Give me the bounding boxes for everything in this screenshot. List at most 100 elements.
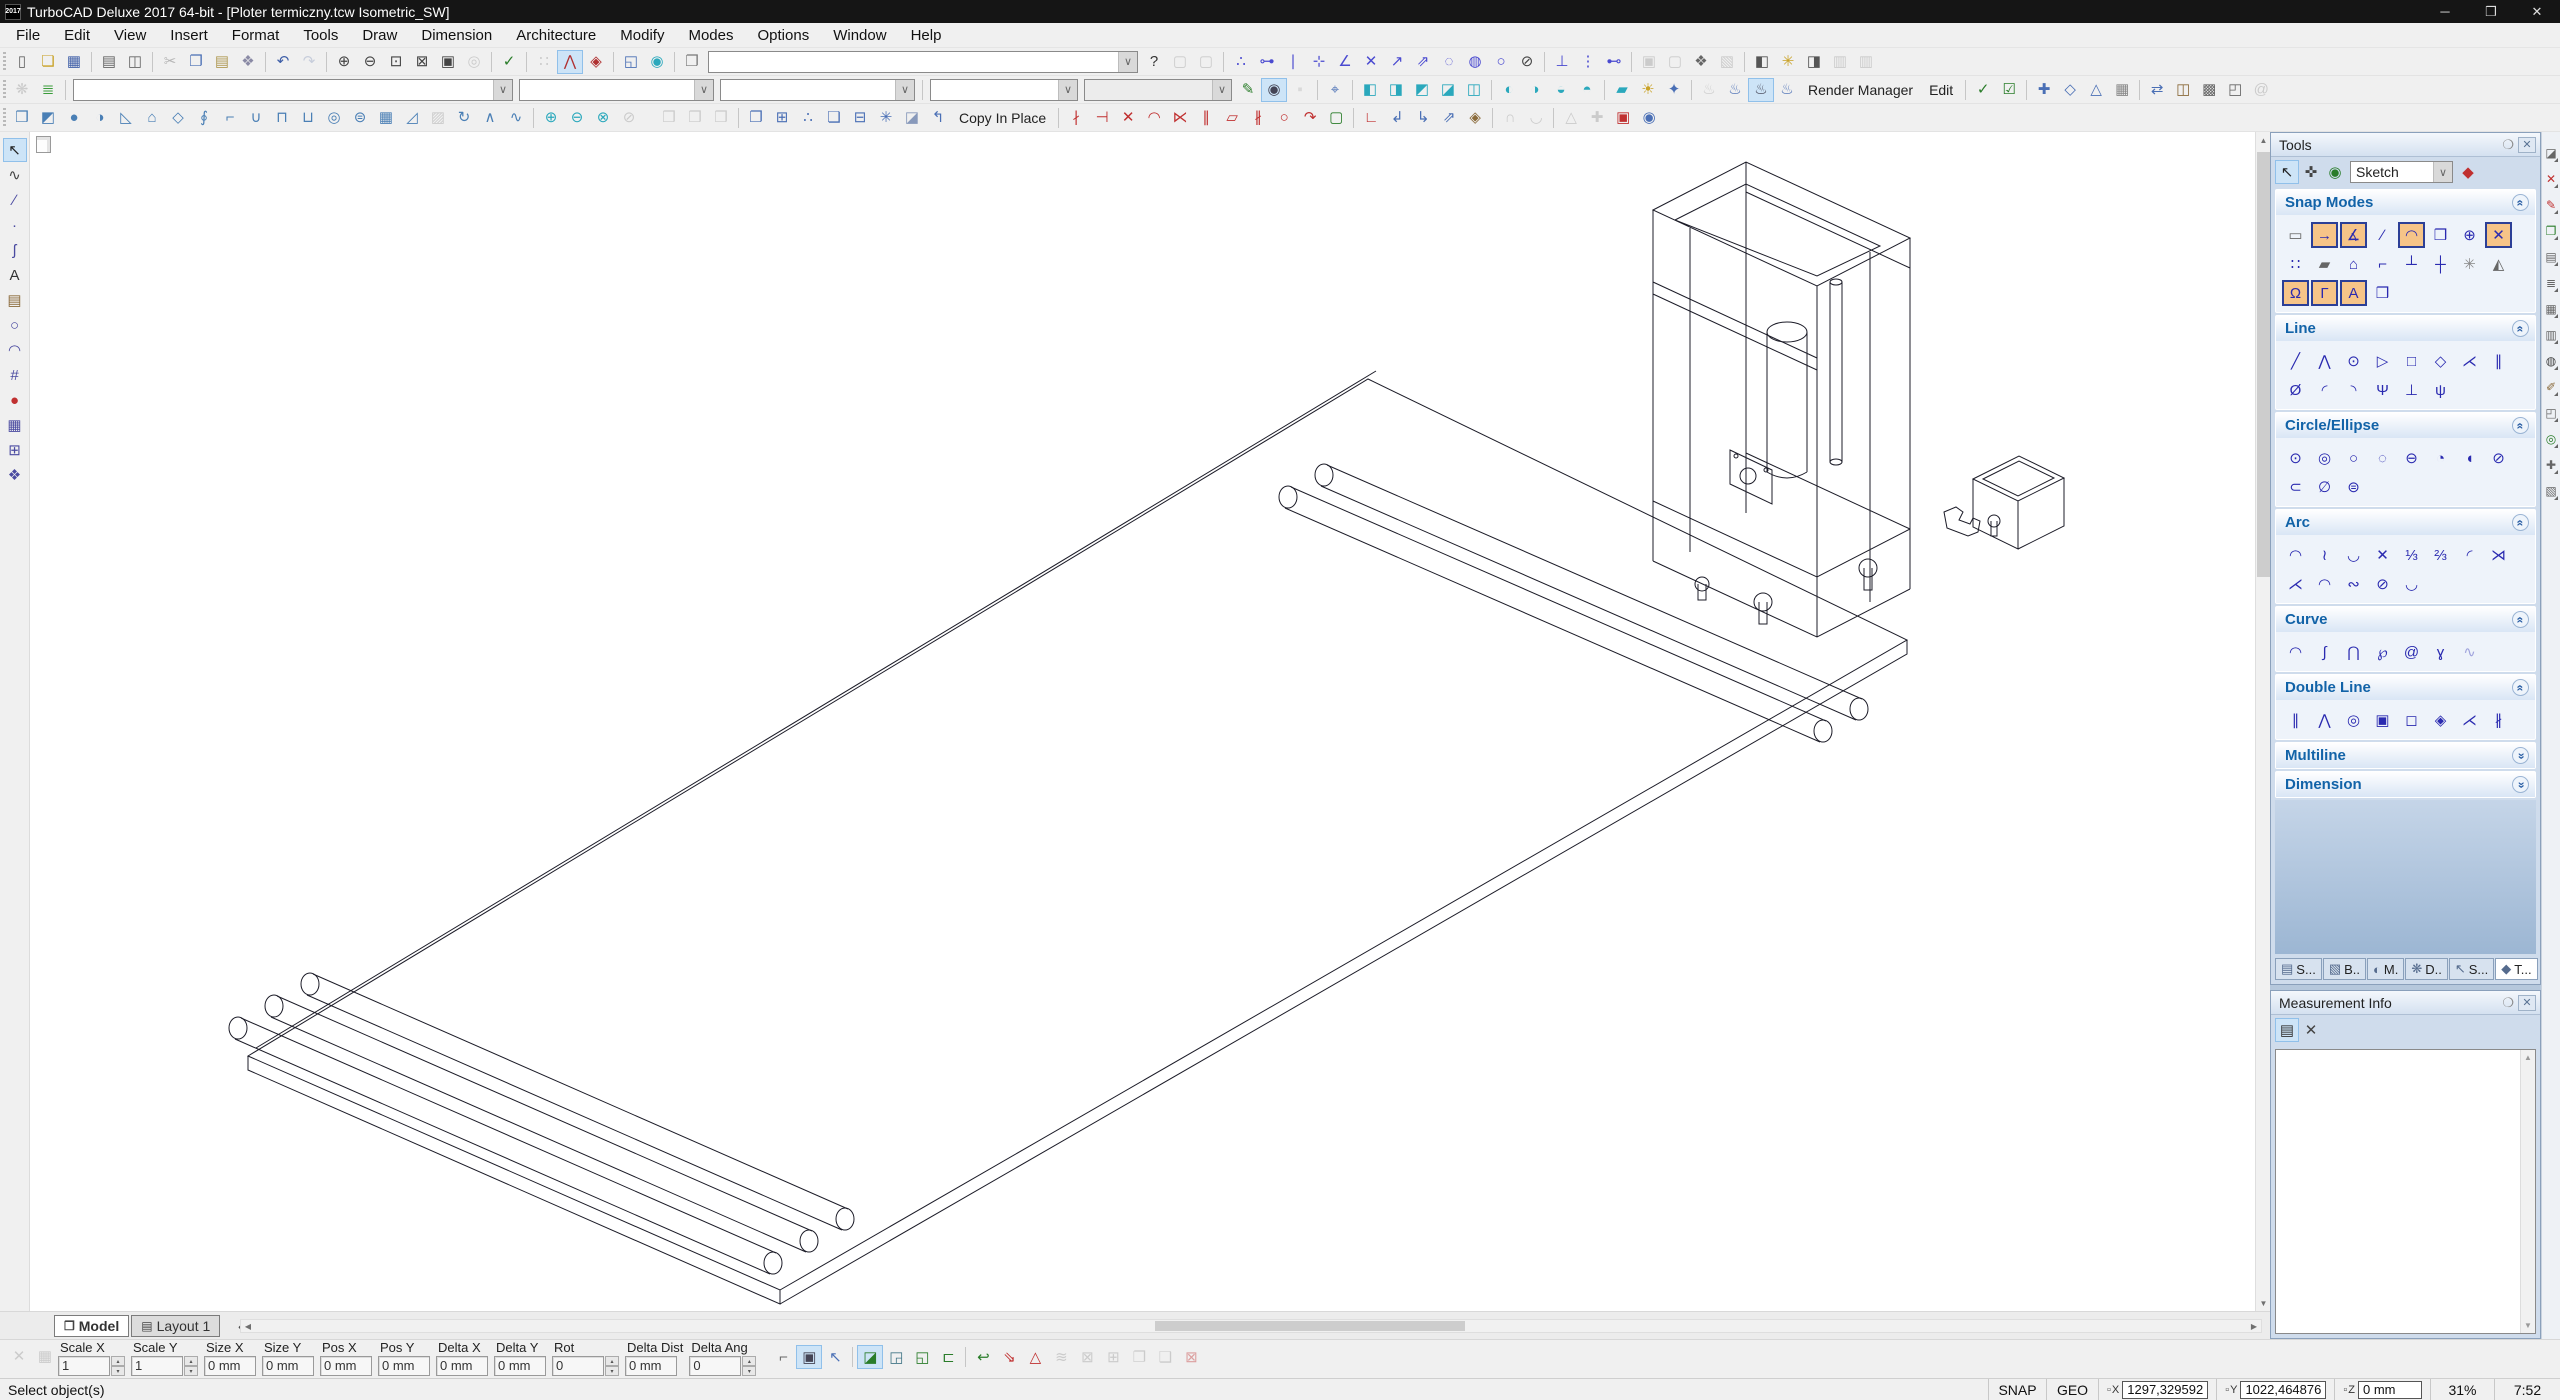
offset-sheet-button[interactable]: ▱ <box>1219 106 1245 130</box>
section-header[interactable]: Snap Modes <box>2276 190 2535 215</box>
circle-tool-button[interactable]: ○ <box>3 313 27 337</box>
copy-in-place-button[interactable]: Copy In Place <box>951 108 1054 128</box>
copy-radial-button[interactable]: ✳ <box>873 106 899 130</box>
scroll-up-icon[interactable]: ▲ <box>2256 132 2271 148</box>
insert-block-button[interactable]: ✳ <box>1775 50 1801 74</box>
horizontal-scrollbar[interactable]: ◀ ▶ <box>240 1319 2262 1333</box>
sphere-3d-button[interactable]: ● <box>61 106 87 130</box>
snap-facet-button[interactable]: ❒ <box>2369 280 2396 306</box>
snap-angle-button[interactable]: ∠ <box>1332 50 1358 74</box>
field-input[interactable]: 0 mm <box>320 1356 372 1376</box>
snap-intersection-button[interactable]: ✕ <box>2485 222 2512 248</box>
line-irregular-button[interactable]: ⊙ <box>2340 348 2367 374</box>
coord-ncp-button[interactable]: ◱ <box>909 1345 935 1369</box>
new-from-template-button[interactable]: ❐ <box>679 50 705 74</box>
field-input[interactable]: 1 <box>58 1356 110 1376</box>
field-input[interactable]: 1 <box>131 1356 183 1376</box>
no-fill-button[interactable]: ▪ <box>1287 78 1313 102</box>
disc-button[interactable]: ⊜ <box>347 106 373 130</box>
snap-arc-center-button[interactable]: ◌ <box>1436 50 1462 74</box>
spell-az-button[interactable]: ☑ <box>1996 78 2022 102</box>
edit-handles-button[interactable]: ↖ <box>822 1345 848 1369</box>
cone-3d-button[interactable]: ◺ <box>113 106 139 130</box>
curve-spiral-cw-button[interactable]: ℘ <box>2369 639 2396 665</box>
snap-nearest-button[interactable]: → <box>2311 222 2338 248</box>
line-rectangle-button[interactable]: □ <box>2398 348 2425 374</box>
new-button[interactable]: ▯ <box>9 50 35 74</box>
block-palette-button[interactable]: ◰ <box>2222 78 2248 102</box>
menu-edit[interactable]: Edit <box>52 25 102 46</box>
snap-aperture-button[interactable]: ⋀ <box>557 50 583 74</box>
facet-editor-button[interactable]: ▩ <box>2196 78 2222 102</box>
save-button[interactable]: ▦ <box>61 50 87 74</box>
x-coordinate-field[interactable]: 1297,329592 <box>2122 1381 2208 1399</box>
zoom-extents-button[interactable]: ⊠ <box>409 50 435 74</box>
section-header[interactable]: Curve <box>2276 607 2535 632</box>
smooth-mesh-button[interactable]: @ <box>2248 78 2274 102</box>
brush-tool-button[interactable]: ▤ <box>3 288 27 312</box>
section-header[interactable]: Double Line <box>2276 675 2535 700</box>
collapse-icon[interactable] <box>2512 611 2529 628</box>
arc-tan-2-button[interactable]: ⋌ <box>2282 571 2309 597</box>
spiral-3d-button[interactable]: ∿ <box>503 106 529 130</box>
extrude-button[interactable]: ⌐ <box>217 106 243 130</box>
clipboard-button[interactable]: ▤ <box>2542 246 2560 268</box>
arc-start-end-button[interactable]: ◡ <box>2340 542 2367 568</box>
color-select-select[interactable]: ∨ <box>930 79 1078 101</box>
polygon-tool-button[interactable]: # <box>3 363 27 387</box>
snap-nearest-button[interactable]: ⊶ <box>1254 50 1280 74</box>
menu-file[interactable]: File <box>4 25 52 46</box>
chamfer-button[interactable]: ⋉ <box>1167 106 1193 130</box>
no-frame-button[interactable]: ⊠ <box>1074 1345 1100 1369</box>
render-ball-button[interactable]: ◍ <box>2542 350 2560 372</box>
view-iso-nw-button[interactable]: ◪ <box>1435 78 1461 102</box>
section-header[interactable]: Arc <box>2276 510 2535 535</box>
material-button[interactable]: ◉ <box>1261 78 1287 102</box>
select-2d-mode-button[interactable]: ▣ <box>796 1345 822 1369</box>
field-input[interactable]: 0 mm <box>494 1356 546 1376</box>
pipe-button[interactable]: ⊔ <box>295 106 321 130</box>
target-snap-button[interactable]: ◎ <box>2542 428 2560 450</box>
dline-offset-button[interactable]: ∦ <box>2485 707 2512 733</box>
copy-corner-button[interactable]: ↰ <box>925 106 951 130</box>
section-header[interactable]: Dimension <box>2276 772 2535 797</box>
property-settings-button[interactable]: ❋ <box>9 78 35 102</box>
image-strip-button[interactable]: ▥ <box>2542 324 2560 346</box>
snap-intersection-button[interactable]: ✕ <box>1358 50 1384 74</box>
light-edit-button[interactable]: ✦ <box>1661 78 1687 102</box>
vertical-scrollbar[interactable]: ▲ ▼ <box>2255 132 2270 1311</box>
view-top-button[interactable]: ◫ <box>1461 78 1487 102</box>
paste-button[interactable]: ▤ <box>209 50 235 74</box>
menu-help[interactable]: Help <box>899 25 954 46</box>
curve-sketch-button[interactable]: ∿ <box>2456 639 2483 665</box>
arc-tool-button[interactable]: ◠ <box>3 338 27 362</box>
snap-priority-button[interactable]: ⊷ <box>1601 50 1627 74</box>
box-3d-button[interactable]: ❒ <box>9 106 35 130</box>
arc-1-3-2-button[interactable]: ⅓ <box>2398 542 2425 568</box>
scroll-down-icon[interactable]: ▼ <box>2521 1318 2535 1333</box>
select-button[interactable]: ↖ <box>3 138 27 162</box>
workplane-button[interactable]: ▰ <box>1609 78 1635 102</box>
surface-gray-button[interactable]: ▨ <box>425 106 451 130</box>
menu-insert[interactable]: Insert <box>158 25 220 46</box>
web-symbols-button[interactable]: ◉ <box>2323 160 2347 184</box>
extract-3d-button[interactable]: ◫ <box>2170 78 2196 102</box>
no-snap-button[interactable]: ⊘ <box>1514 50 1540 74</box>
edit-block-button[interactable]: ◨ <box>1801 50 1827 74</box>
dline-rect-button[interactable]: ◻ <box>2398 707 2425 733</box>
arc-clip-button[interactable]: ⊘ <box>2369 571 2396 597</box>
menu-draw[interactable]: Draw <box>350 25 409 46</box>
line-rotated-rect-button[interactable]: ◇ <box>2427 348 2454 374</box>
measure-distance-button[interactable]: ◇ <box>2057 78 2083 102</box>
arc-tan-line-button[interactable]: ✕ <box>2369 542 2396 568</box>
tools-panel-close-icon[interactable]: ✕ <box>2518 137 2536 153</box>
collapse-icon[interactable] <box>2512 417 2529 434</box>
curve-edit-button[interactable]: ↷ <box>1297 106 1323 130</box>
rail-sweep-button[interactable]: ⊓ <box>269 106 295 130</box>
measure-tri-button[interactable]: △ <box>1558 106 1584 130</box>
section-header[interactable]: Line <box>2276 316 2535 341</box>
snap-star-button[interactable]: ✳ <box>2456 251 2483 277</box>
field-input[interactable]: 0 mm <box>436 1356 488 1376</box>
tag-button[interactable]: ❖ <box>1688 50 1714 74</box>
line-polygon-button[interactable]: ▷ <box>2369 348 2396 374</box>
